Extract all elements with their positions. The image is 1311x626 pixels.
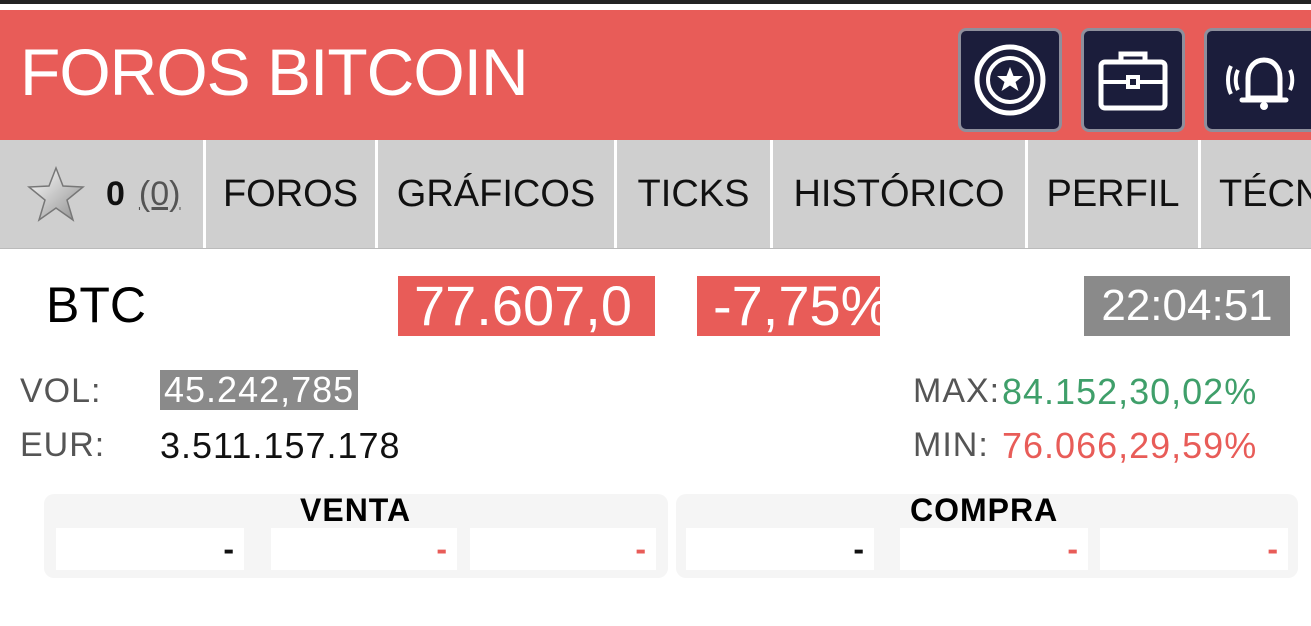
top-edge [0, 0, 1311, 10]
briefcase-icon [1098, 51, 1168, 111]
portfolio-button[interactable] [1081, 28, 1185, 132]
buy-book-title: COMPRA [910, 492, 1059, 528]
volume-label: VOL: [20, 372, 102, 410]
min-label: MIN: [913, 426, 989, 464]
symbol: BTC [46, 277, 146, 333]
tab-tecnico[interactable]: TÉCN [1201, 140, 1311, 248]
sell-book-title: VENTA [300, 492, 412, 528]
eur-label: EUR: [20, 426, 106, 464]
star-coin-icon [974, 44, 1046, 116]
bell-icon [1226, 57, 1295, 110]
eur-value: 3.511.157.178 [160, 425, 401, 466]
tab-bar: 0 (0) FOROS GRÁFICOS TICKS HISTÓRICO PER… [0, 140, 1311, 249]
app-title: FOROS BITCOIN [20, 35, 529, 109]
tab-favorites[interactable]: 0 (0) [0, 140, 206, 248]
price-change: -7,75% [697, 276, 890, 336]
sell-cell: - [271, 528, 457, 570]
max-label: MAX: [913, 372, 1001, 410]
min-value: 76.066,29,59% [1002, 425, 1258, 466]
favorites-count: 0 [106, 174, 125, 213]
rewards-button[interactable] [958, 28, 1062, 132]
app-header: FOROS BITCOIN [0, 10, 1311, 140]
sell-cell: - [56, 528, 244, 570]
last-update-time: 22:04:51 [1084, 276, 1290, 336]
buy-cell: - [900, 528, 1088, 570]
last-price: 77.607,0 [398, 276, 655, 336]
tab-foros[interactable]: FOROS [206, 140, 378, 248]
max-value: 84.152,30,02% [1002, 371, 1258, 412]
sell-cell: - [470, 528, 656, 570]
tab-graficos[interactable]: GRÁFICOS [378, 140, 617, 248]
tab-perfil[interactable]: PERFIL [1028, 140, 1201, 248]
tab-ticks[interactable]: TICKS [617, 140, 773, 248]
favorites-total-link[interactable]: (0) [139, 175, 181, 214]
volume-value: 45.242,785 [160, 370, 359, 410]
tab-historico[interactable]: HISTÓRICO [773, 140, 1028, 248]
star-icon [27, 166, 85, 222]
buy-cell: - [1100, 528, 1288, 570]
buy-cell: - [686, 528, 874, 570]
alerts-button[interactable] [1204, 28, 1311, 132]
